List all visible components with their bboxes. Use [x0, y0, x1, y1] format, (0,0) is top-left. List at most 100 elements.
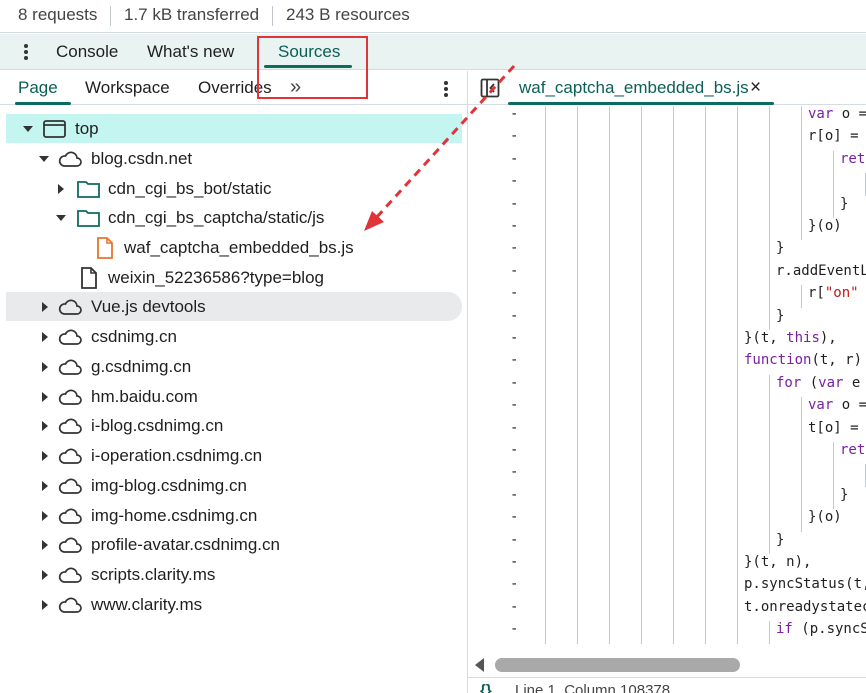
code-text: r[o] = funct [808, 128, 859, 145]
indent-guide [545, 576, 546, 599]
tree-row-domain[interactable]: scripts.clarity.ms [6, 560, 462, 589]
expand-arrow-icon[interactable] [39, 382, 51, 411]
indent-guide [609, 262, 610, 286]
more-options-icon[interactable] [18, 41, 34, 63]
indent-guide [577, 173, 578, 196]
indent-guide [801, 486, 802, 510]
indent-guide [769, 240, 770, 263]
indent-guide [673, 509, 674, 532]
indent-guide [609, 442, 610, 465]
scroll-left-icon[interactable] [475, 658, 484, 672]
indent-guide [801, 195, 802, 218]
indent-guide [737, 352, 738, 375]
indent-guide [737, 374, 738, 398]
tree-row-domain[interactable]: hm.baidu.com [6, 382, 462, 411]
tree-row-file[interactable]: waf_captcha_embedded_bs.js [6, 233, 462, 262]
indent-guide [641, 598, 642, 622]
scrollbar-thumb[interactable] [495, 658, 740, 672]
expand-arrow-icon[interactable] [39, 352, 51, 381]
expand-arrow-icon[interactable] [39, 292, 51, 321]
indent-guide [609, 419, 610, 442]
close-tab-icon[interactable]: × [750, 77, 761, 99]
line-marker: - [510, 531, 519, 548]
tree-row-domain[interactable]: img-home.csdnimg.cn [6, 501, 462, 530]
indent-guide [545, 307, 546, 330]
cloud-icon [58, 299, 82, 315]
indent-guide [769, 397, 770, 420]
indent-guide [673, 397, 674, 420]
editor-file-tab[interactable]: waf_captcha_embedded_bs.js [519, 78, 749, 98]
tree-row-domain[interactable]: img-blog.csdnimg.cn [6, 471, 462, 500]
expand-arrow-icon[interactable] [39, 501, 51, 530]
tree-row-domain[interactable]: blog.csdn.net [6, 144, 462, 173]
indent-guide [705, 419, 706, 442]
expand-arrow-icon[interactable] [22, 114, 34, 143]
tree-row-domain[interactable]: i-operation.csdnimg.cn [6, 441, 462, 470]
code-line: - if (p.syncStatus [468, 621, 866, 644]
indent-guide [769, 195, 770, 218]
tab-console[interactable]: Console [56, 42, 118, 62]
tree-row-domain[interactable]: i-blog.csdnimg.cn [6, 411, 462, 440]
indent-guide [545, 442, 546, 465]
indent-guide [737, 554, 738, 577]
tree-row-folder[interactable]: cdn_cgi_bs_bot/static [6, 174, 462, 203]
folder-icon [77, 181, 100, 198]
pretty-print-icon[interactable]: {} [480, 682, 492, 693]
tab-whats-new[interactable]: What's new [147, 42, 234, 62]
tab-page[interactable]: Page [18, 78, 58, 98]
tab-workspace[interactable]: Workspace [85, 78, 170, 98]
tree-row-domain[interactable]: csdnimg.cn [6, 322, 462, 351]
tree-label: hm.baidu.com [91, 387, 198, 406]
indent-guide [705, 576, 706, 599]
code-text: if (p.syncStatus [776, 621, 866, 638]
expand-arrow-icon[interactable] [39, 530, 51, 559]
toggle-navigator-icon[interactable] [480, 78, 500, 98]
indent-guide [577, 262, 578, 286]
expand-arrow-icon[interactable] [38, 144, 50, 173]
horizontal-scrollbar[interactable] [468, 654, 866, 676]
indent-guide [577, 397, 578, 420]
tree-row-top[interactable]: top [6, 114, 462, 143]
indent-guide [769, 150, 770, 174]
indent-guide [769, 442, 770, 465]
code-editor[interactable]: -var o = e[n]-r[o] = funct-return f-retu… [468, 106, 866, 654]
navigator-menu-icon[interactable] [438, 78, 454, 100]
tree-row-domain[interactable]: g.csdnimg.cn [6, 352, 462, 381]
expand-arrow-icon[interactable] [39, 590, 51, 619]
indent-guide [545, 486, 546, 510]
tree-row-domain[interactable]: www.clarity.ms [6, 590, 462, 619]
indent-guide [641, 464, 642, 487]
tree-row-domain[interactable]: Vue.js devtools [6, 292, 462, 321]
indent-guide [609, 330, 610, 353]
expand-arrow-icon[interactable] [55, 174, 67, 203]
expand-arrow-icon[interactable] [39, 560, 51, 589]
expand-arrow-icon[interactable] [39, 471, 51, 500]
indent-guide [545, 554, 546, 577]
tree-label: i-operation.csdnimg.cn [91, 446, 263, 465]
indent-guide [705, 240, 706, 263]
indent-guide [577, 598, 578, 622]
indent-guide [577, 486, 578, 510]
indent-guide [545, 531, 546, 554]
frame-icon [43, 120, 66, 138]
code-text: }(o) [808, 509, 842, 526]
indent-guide [545, 195, 546, 218]
tree-row-folder[interactable]: cdn_cgi_bs_captcha/static/js [6, 203, 462, 232]
cloud-icon [58, 359, 82, 375]
indent-guide [801, 464, 802, 487]
devtools-main-tabbar: Console What's new Sources [0, 34, 866, 70]
expand-arrow-icon[interactable] [55, 203, 67, 232]
indent-guide [641, 576, 642, 599]
indent-guide [673, 486, 674, 510]
expand-arrow-icon[interactable] [39, 322, 51, 351]
indent-guide [577, 128, 578, 151]
indent-guide [641, 262, 642, 286]
tree-row-file[interactable]: weixin_52236586?type=blog [6, 263, 462, 292]
expand-arrow-icon[interactable] [39, 411, 51, 440]
indent-guide [609, 576, 610, 599]
indent-guide [641, 419, 642, 442]
tree-row-domain[interactable]: profile-avatar.csdnimg.cn [6, 530, 462, 559]
cloud-icon [58, 537, 82, 553]
code-text: r["on" + t] [808, 285, 859, 302]
expand-arrow-icon[interactable] [39, 441, 51, 470]
